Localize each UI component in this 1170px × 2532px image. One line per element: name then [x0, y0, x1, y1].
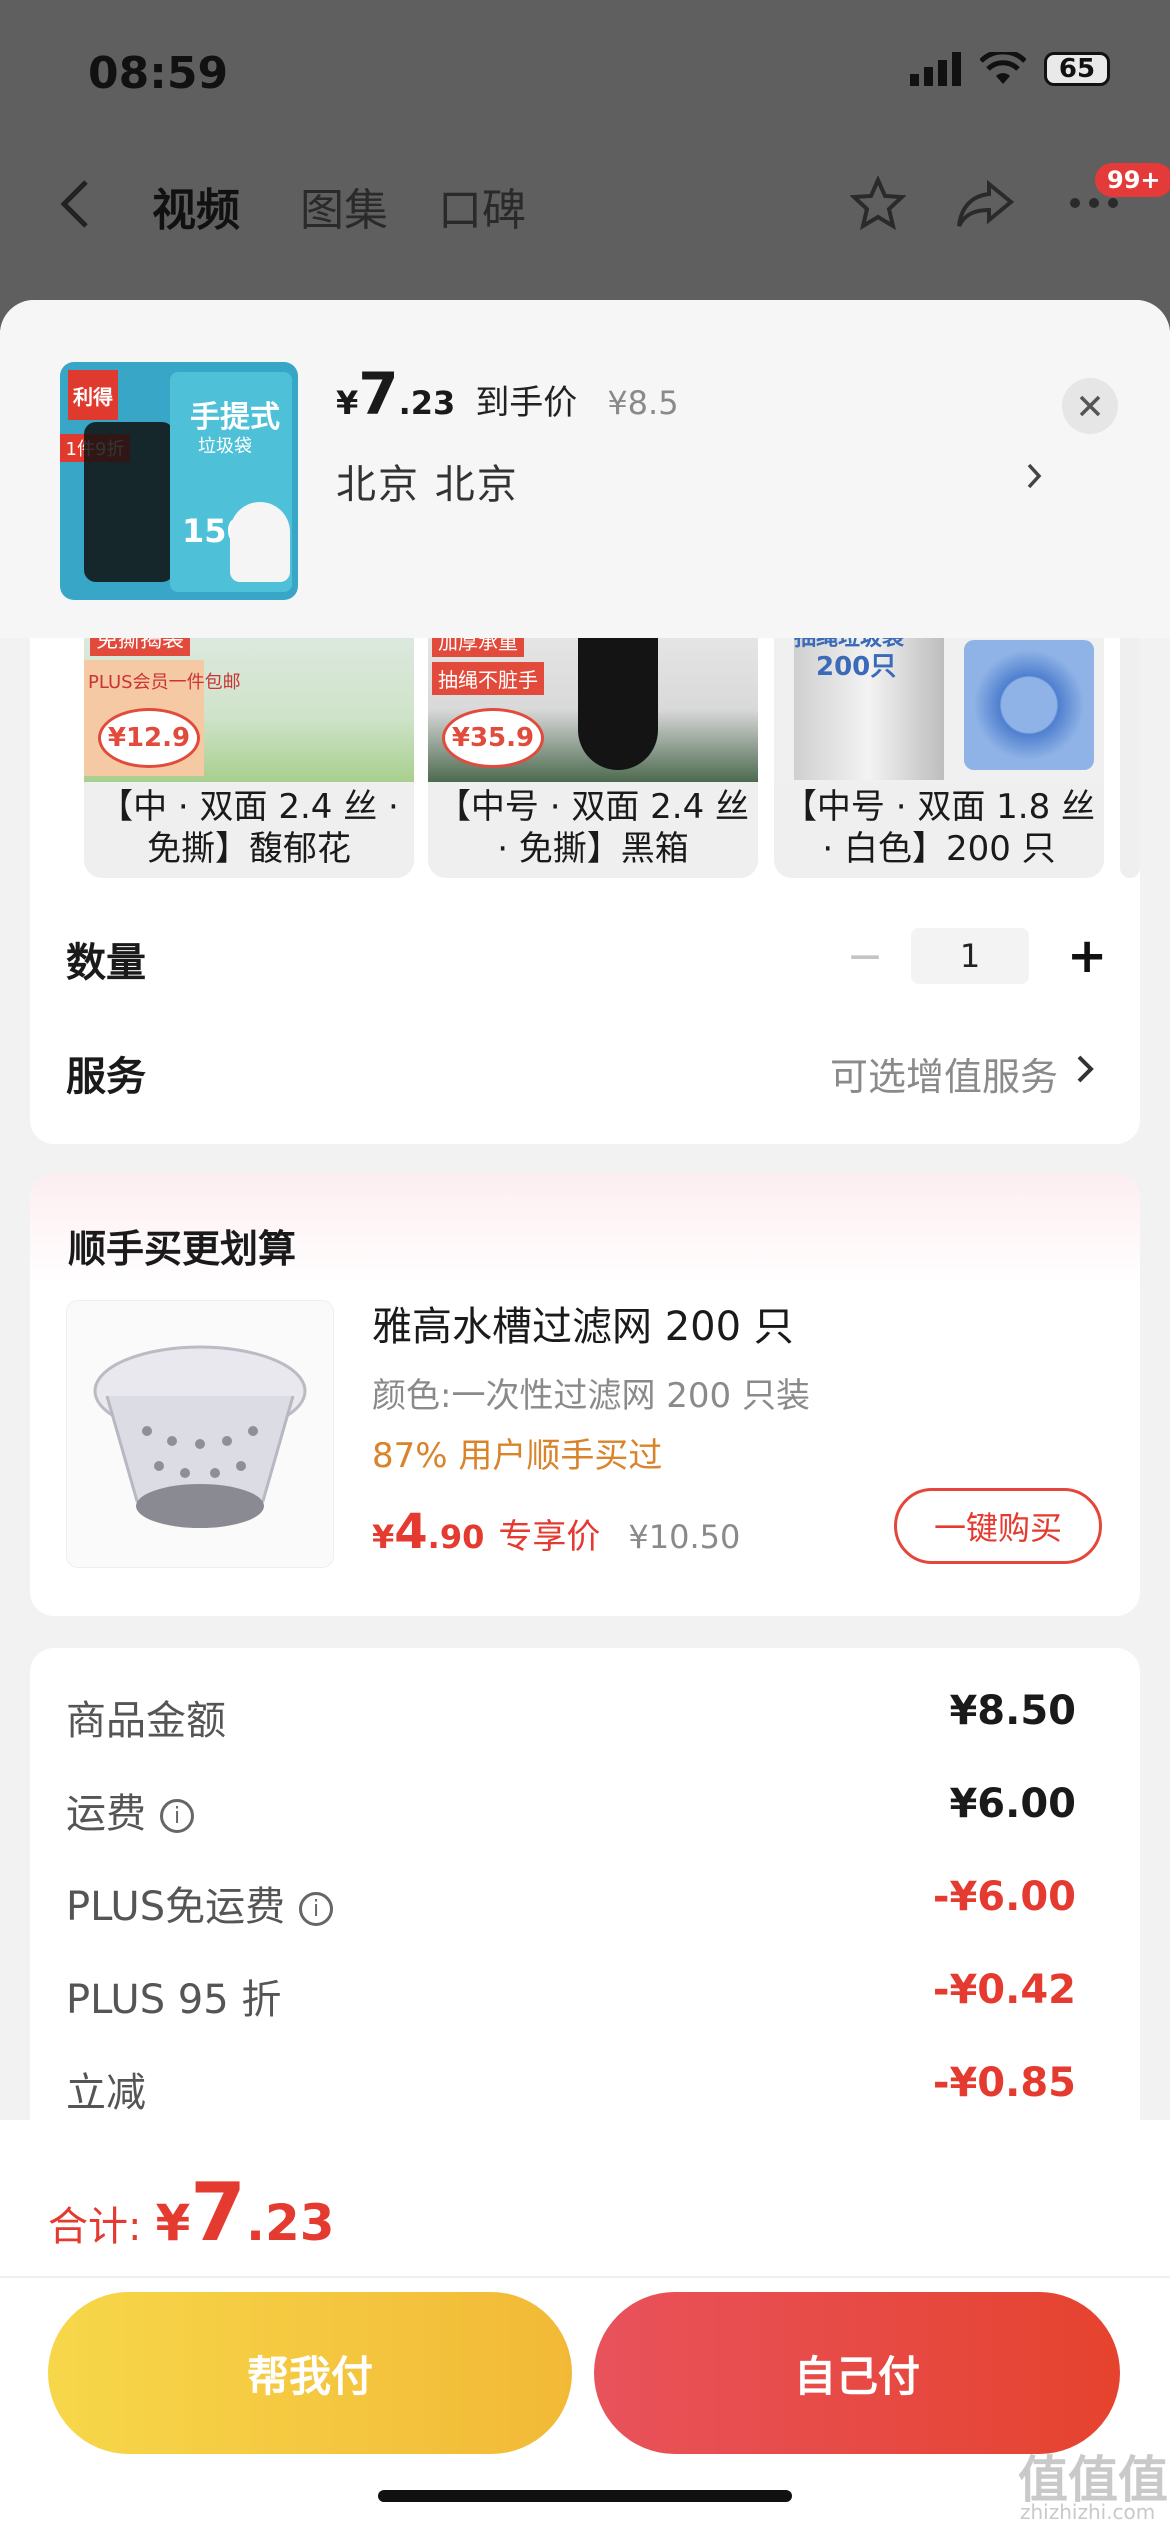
addon-spec: 颜色:一次性过滤网 200 只装 [372, 1376, 810, 1416]
fee-value: -¥0.85 [932, 2060, 1076, 2106]
addon-title: 顺手买更划算 [68, 1227, 297, 1271]
original-price: ¥8.5 [607, 384, 679, 422]
tab-video[interactable]: 视频 [152, 174, 240, 238]
sku-option-3[interactable]: 抽绳垃圾袋 200只 【中号 · 双面 1.8 丝 · 白色】200 只 [774, 620, 1104, 878]
notification-badge: 99+ [1095, 163, 1170, 197]
chevron-right-icon[interactable] [1026, 462, 1042, 490]
addon-image[interactable] [66, 1300, 334, 1568]
sku-option-image: 免撕揭袋 PLUS会员一件包邮 ¥12.9 [84, 620, 414, 782]
back-icon[interactable] [58, 178, 90, 230]
signal-icon [910, 52, 961, 86]
sku-option-2[interactable]: 加厚承重 抽绳不脏手 ¥35.9 【中号 · 双面 2.4 丝 · 免撕】黑箱 [428, 620, 758, 878]
quantity-plus-button[interactable]: + [1067, 928, 1107, 984]
sku-option-image: 抽绳垃圾袋 200只 [774, 620, 1104, 782]
fee-row-shipping: 运费 i ¥6.00 [66, 1781, 1076, 1837]
delivery-location[interactable]: 北京 北京 [336, 452, 519, 510]
chevron-right-icon[interactable] [1076, 1054, 1094, 1084]
info-icon[interactable]: i [299, 1892, 334, 1926]
star-icon[interactable] [850, 176, 906, 232]
status-icons: 65 [910, 52, 1110, 86]
addon-price: ¥ 4 .90 专享价 ¥10.50 [372, 1504, 741, 1560]
share-icon[interactable] [955, 180, 1015, 230]
fee-row-plus-free-shipping: PLUS免运费 i -¥6.00 [66, 1874, 1076, 1930]
wifi-icon [980, 52, 1026, 84]
fee-row-plus-discount: PLUS 95 折 -¥0.42 [66, 1967, 1076, 2023]
product-price: ¥ 7 .23 到手价 ¥8.5 [336, 360, 679, 428]
sku-option-label: 【中号 · 双面 2.4 丝 · 免撕】黑箱 [436, 787, 750, 869]
help-pay-button[interactable]: 帮我付 [48, 2292, 572, 2454]
tab-gallery[interactable]: 图集 [300, 174, 388, 238]
fee-row-goods: 商品金额 ¥8.50 [66, 1688, 1076, 1744]
tab-reviews[interactable]: 口碑 [438, 174, 526, 238]
close-icon [1079, 395, 1101, 417]
product-thumbnail: 利得 1件9折 手提式 垃圾袋 150 [60, 362, 298, 600]
one-click-buy-button[interactable]: 一键购买 [894, 1488, 1102, 1564]
self-pay-button[interactable]: 自己付 [594, 2292, 1120, 2454]
fee-value: ¥6.00 [949, 1781, 1076, 1827]
info-icon[interactable]: i [160, 1799, 194, 1833]
top-nav: 视频 图集 口碑 [0, 170, 1170, 240]
sku-option-label: 【中号 · 双面 1.8 丝 · 白色】200 只 [782, 787, 1096, 869]
addon-social-proof: 87% 用户顺手买过 [372, 1436, 663, 1476]
quantity-value[interactable]: 1 [911, 928, 1029, 984]
more-icon[interactable] [1068, 196, 1120, 210]
home-indicator [378, 2490, 792, 2502]
divider [0, 2276, 1170, 2278]
close-button[interactable] [1062, 378, 1118, 434]
battery-indicator: 65 [1044, 52, 1110, 86]
service-value[interactable]: 可选增值服务 [830, 1046, 1058, 1101]
status-time: 08:59 [88, 48, 229, 99]
total-amount: 合计: ¥ 7 .23 [48, 2166, 335, 2259]
quantity-stepper: − 1 + [845, 928, 1107, 984]
addon-name[interactable]: 雅高水槽过滤网 200 只 [372, 1294, 794, 1352]
fee-value: ¥8.50 [949, 1688, 1076, 1734]
fee-value: -¥6.00 [932, 1874, 1076, 1920]
quantity-minus-button[interactable]: − [845, 931, 885, 982]
fee-value: -¥0.42 [932, 1967, 1076, 2013]
price-tag: 到手价 [475, 383, 578, 423]
sku-option-image: 加厚承重 抽绳不脏手 ¥35.9 [428, 620, 758, 782]
fee-row-instant-discount: 立减 -¥0.85 [66, 2060, 1076, 2116]
sku-option-1[interactable]: 免撕揭袋 PLUS会员一件包邮 ¥12.9 【中 · 双面 2.4 丝 · 免撕… [84, 620, 414, 878]
quantity-label: 数量 [66, 940, 146, 986]
strainer-illustration [93, 1345, 307, 1528]
service-label: 服务 [66, 1054, 146, 1100]
sku-option-4-partial[interactable] [1120, 620, 1140, 878]
watermark-url: zhizhizhi.com [1020, 2500, 1156, 2524]
sku-option-label: 【中 · 双面 2.4 丝 · 免撕】馥郁花 [99, 787, 399, 869]
